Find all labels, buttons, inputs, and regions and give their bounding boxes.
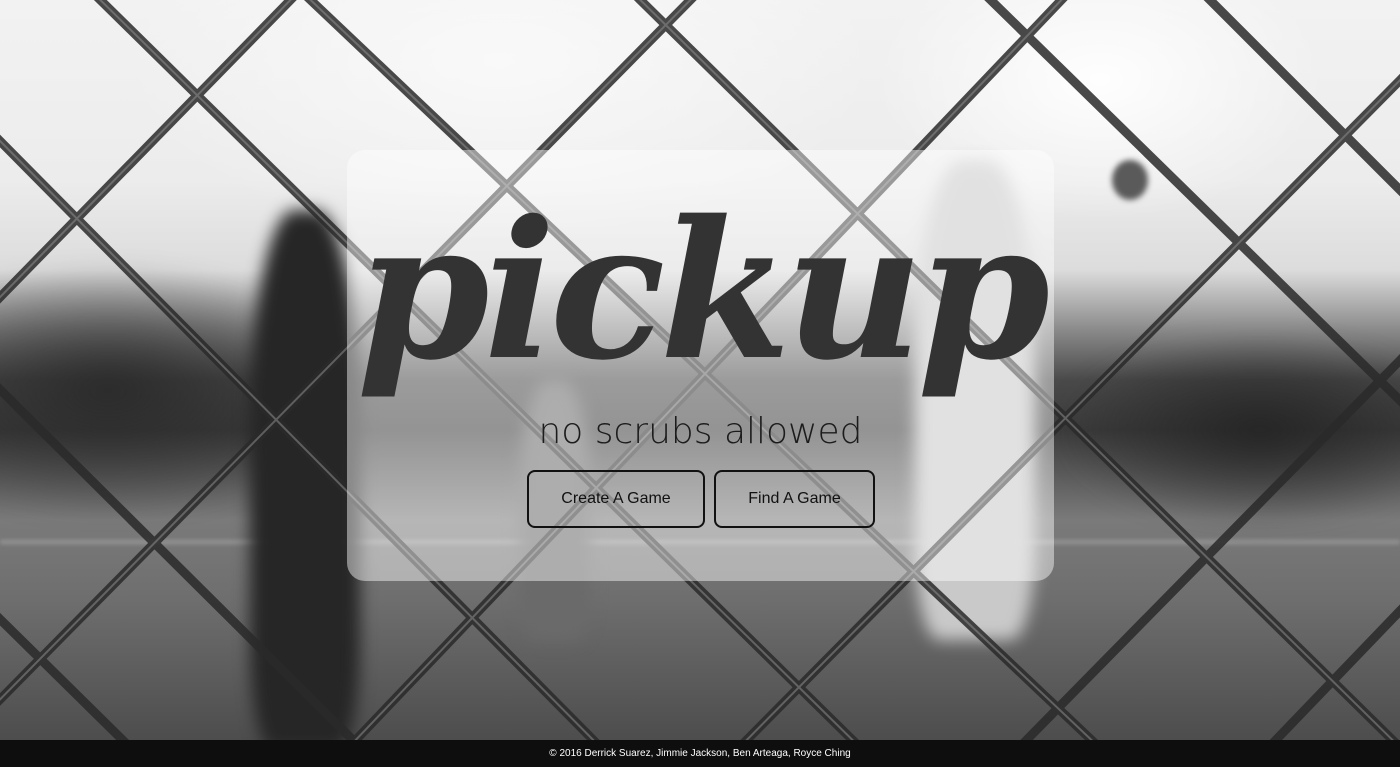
- footer: © 2016 Derrick Suarez, Jimmie Jackson, B…: [0, 740, 1400, 767]
- find-game-button[interactable]: Find A Game: [714, 470, 875, 528]
- footer-copyright: © 2016 Derrick Suarez, Jimmie Jackson, B…: [549, 748, 851, 759]
- basketball: [1112, 160, 1148, 200]
- landing-page: pickup no scrubs allowed Create A Game F…: [0, 0, 1400, 767]
- app-tagline: no scrubs allowed: [538, 411, 863, 452]
- create-game-button[interactable]: Create A Game: [527, 470, 705, 528]
- background-player-left: [250, 210, 360, 750]
- action-button-group: Create A Game Find A Game: [527, 470, 875, 528]
- hero-card: pickup no scrubs allowed Create A Game F…: [347, 150, 1054, 581]
- background-treeline-right: [1050, 330, 1400, 530]
- app-logo-title: pickup: [356, 179, 1050, 402]
